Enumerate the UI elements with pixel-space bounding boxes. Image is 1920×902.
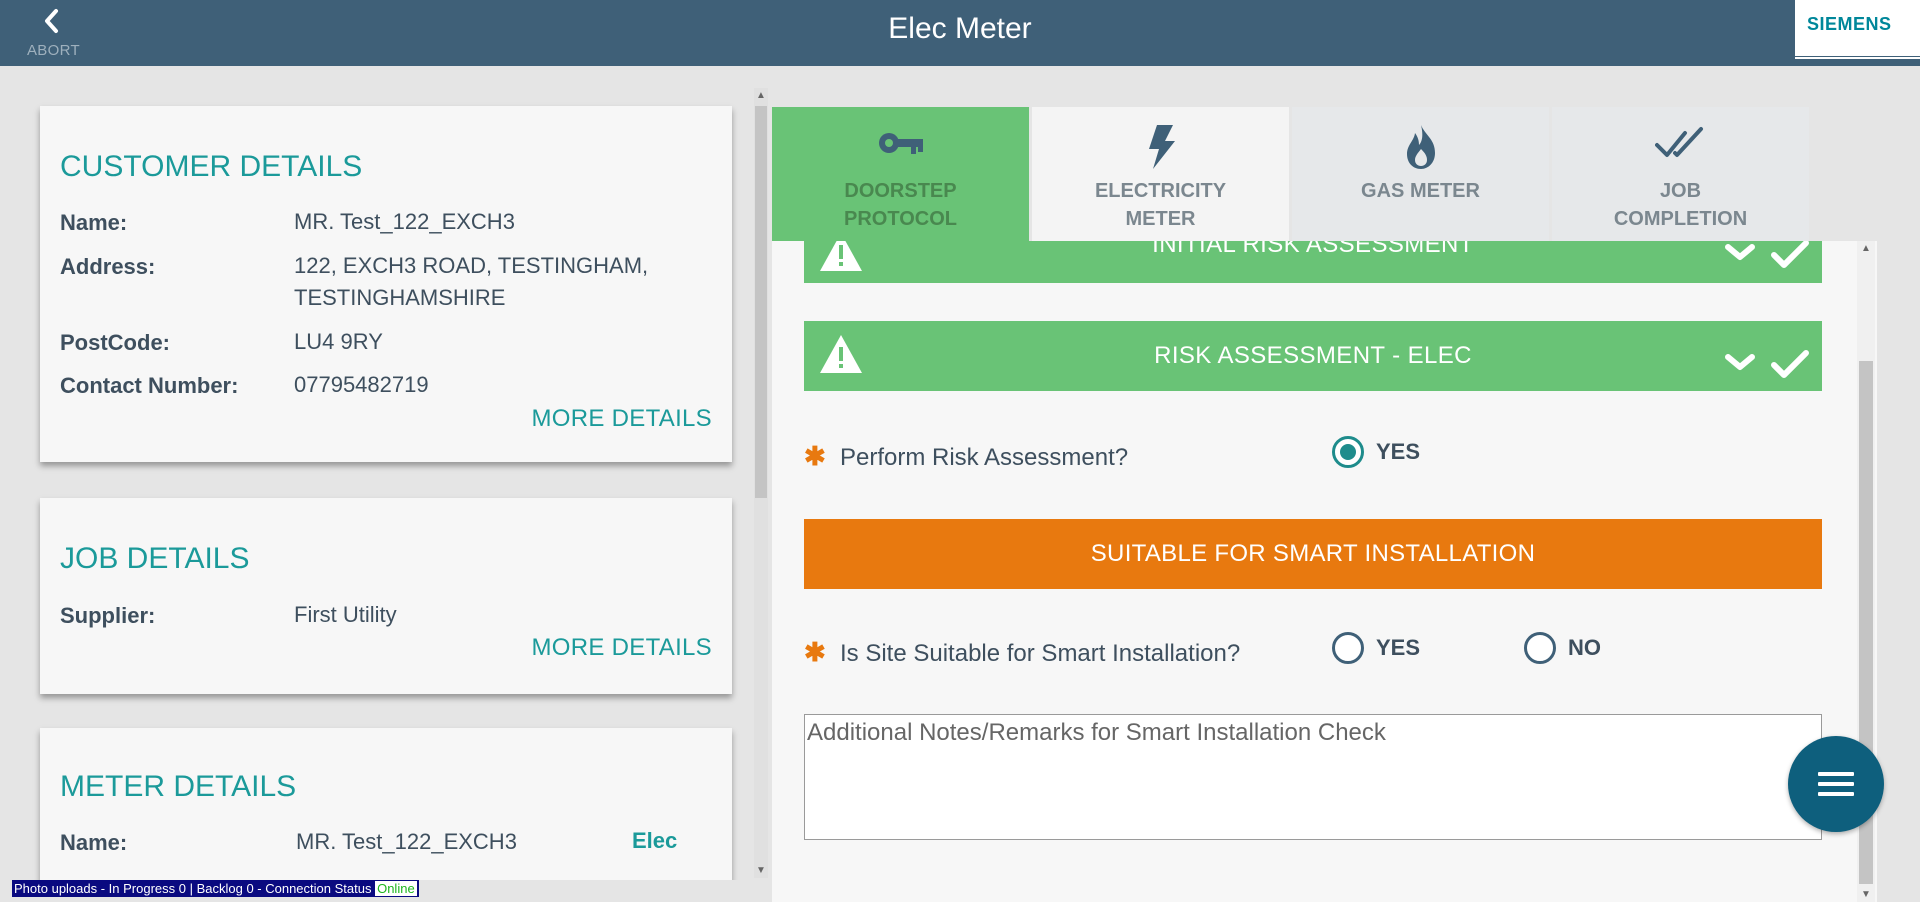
online-status-badge: Online bbox=[375, 881, 417, 896]
scroll-up-arrow-icon[interactable]: ▲ bbox=[1861, 243, 1871, 254]
radio-selected-icon bbox=[1332, 436, 1364, 468]
key-icon bbox=[772, 123, 1029, 171]
site-suitable-label: Is Site Suitable for Smart Installation? bbox=[840, 640, 1241, 667]
hamburger-line bbox=[1818, 782, 1854, 786]
left-scrollbar[interactable]: ▲ ▼ bbox=[754, 88, 768, 878]
required-asterisk-icon: ✱ bbox=[804, 441, 826, 471]
meter-details-card: METER DETAILS Name: MR. Test_122_EXCH3 E… bbox=[40, 728, 732, 880]
tab-job-completion[interactable]: JOB COMPLETION bbox=[1552, 107, 1809, 241]
site-no-label: NO bbox=[1568, 635, 1601, 660]
menu-fab-button[interactable] bbox=[1788, 736, 1884, 832]
tab-label-line2: PROTOCOL bbox=[844, 208, 957, 230]
tab-label-line2: COMPLETION bbox=[1613, 208, 1748, 230]
page-title: Elec Meter bbox=[888, 12, 1032, 45]
tab-label-line1: ELECTRICITY bbox=[1094, 180, 1227, 202]
job-more-details-link[interactable]: MORE DETAILS bbox=[531, 634, 712, 662]
scroll-down-arrow-icon[interactable]: ▼ bbox=[756, 865, 766, 876]
supplier-label: Supplier: bbox=[60, 603, 156, 628]
left-scroll-thumb[interactable] bbox=[755, 106, 767, 498]
scroll-up-arrow-icon[interactable]: ▲ bbox=[756, 90, 766, 101]
workflow-tabs: DOORSTEP PROTOCOL ELECTRICITY METER GAS ME… bbox=[772, 107, 1810, 241]
postcode-value: LU4 9RY bbox=[294, 329, 383, 354]
job-details-card: JOB DETAILS Supplier: First Utility MORE… bbox=[40, 498, 732, 694]
tab-label-line1: DOORSTEP bbox=[844, 180, 957, 202]
risk-assessment-elec-title: RISK ASSESSMENT - ELEC bbox=[1154, 342, 1472, 369]
meter-details-title: METER DETAILS bbox=[60, 770, 297, 803]
job-details-title: JOB DETAILS bbox=[60, 542, 250, 575]
site-yes-label: YES bbox=[1376, 635, 1421, 660]
radio-unselected-icon bbox=[1524, 632, 1556, 664]
address-value: 122, EXCH3 ROAD, TESTINGHAM, TESTINGHAMS… bbox=[294, 253, 649, 310]
initial-risk-assessment-header[interactable]: INITIAL RISK ASSESSMENT bbox=[804, 241, 1822, 283]
siemens-logo: SIEMENS bbox=[1795, 0, 1920, 56]
perform-risk-assessment-label: Perform Risk Assessment? bbox=[840, 444, 1129, 471]
contact-value: 07795482719 bbox=[294, 372, 429, 397]
lightning-icon bbox=[1032, 123, 1289, 171]
required-asterisk-icon: ✱ bbox=[804, 637, 826, 667]
radio-unselected-icon bbox=[1332, 632, 1364, 664]
details-column: CUSTOMER DETAILS Name: MR. Test_122_EXCH… bbox=[0, 66, 755, 880]
tab-doorstep-protocol[interactable]: DOORSTEP PROTOCOL bbox=[772, 107, 1029, 241]
initial-risk-assessment-title: INITIAL RISK ASSESSMENT bbox=[1152, 241, 1474, 258]
connection-status-bar: Photo uploads - In Progress 0 | Backlog … bbox=[12, 880, 419, 897]
site-no-radio[interactable]: NO bbox=[1524, 632, 1601, 664]
brand-divider bbox=[1795, 57, 1920, 59]
suitable-installation-banner: SUITABLE FOR SMART INSTALLATION bbox=[804, 519, 1822, 589]
tab-electricity-meter[interactable]: ELECTRICITY METER bbox=[1032, 107, 1289, 241]
supplier-value: First Utility bbox=[294, 602, 397, 627]
flame-icon bbox=[1292, 123, 1549, 171]
collapse-check-icon bbox=[1725, 350, 1809, 378]
site-suitable-question: ✱ Is Site Suitable for Smart Installation… bbox=[804, 637, 1240, 668]
brand-text: SIEMENS bbox=[1807, 14, 1892, 34]
name-value: MR. Test_122_EXCH3 bbox=[294, 209, 515, 234]
risk-assessment-elec-header[interactable]: RISK ASSESSMENT - ELEC bbox=[804, 321, 1822, 391]
tab-label-line1: GAS METER bbox=[1361, 180, 1480, 202]
contact-label: Contact Number: bbox=[60, 373, 239, 398]
site-yes-radio[interactable]: YES bbox=[1332, 632, 1420, 664]
hamburger-line bbox=[1818, 792, 1854, 796]
app-header: ABORT Elec Meter bbox=[0, 0, 1920, 66]
customer-details-card: CUSTOMER DETAILS Name: MR. Test_122_EXCH… bbox=[40, 106, 732, 462]
customer-more-details-link[interactable]: MORE DETAILS bbox=[531, 405, 712, 433]
perform-yes-label: YES bbox=[1376, 439, 1421, 464]
hamburger-menu-icon bbox=[1818, 772, 1854, 776]
tab-label-line2: METER bbox=[1125, 208, 1196, 230]
scroll-down-arrow-icon[interactable]: ▼ bbox=[1861, 889, 1871, 900]
double-check-icon bbox=[1552, 123, 1809, 171]
name-label: Name: bbox=[60, 210, 128, 235]
postcode-label: PostCode: bbox=[60, 330, 170, 355]
notes-textarea[interactable] bbox=[804, 714, 1822, 840]
address-label: Address: bbox=[60, 254, 156, 279]
perform-yes-radio[interactable]: YES bbox=[1332, 436, 1420, 468]
perform-risk-assessment-question: ✱ Perform Risk Assessment? bbox=[804, 441, 1128, 472]
tab-label-line1: JOB bbox=[1659, 180, 1702, 202]
meter-name-label: Name: bbox=[60, 830, 128, 855]
tab-gas-meter[interactable]: GAS METER bbox=[1292, 107, 1549, 241]
form-panel: INITIAL RISK ASSESSMENT RISK ASSESSMENT … bbox=[772, 241, 1877, 902]
collapse-check-icon bbox=[1725, 241, 1809, 268]
meter-type-badge: Elec bbox=[632, 828, 678, 853]
upload-status-text: Photo uploads - In Progress 0 | Backlog … bbox=[14, 881, 376, 896]
customer-details-title: CUSTOMER DETAILS bbox=[60, 150, 363, 183]
